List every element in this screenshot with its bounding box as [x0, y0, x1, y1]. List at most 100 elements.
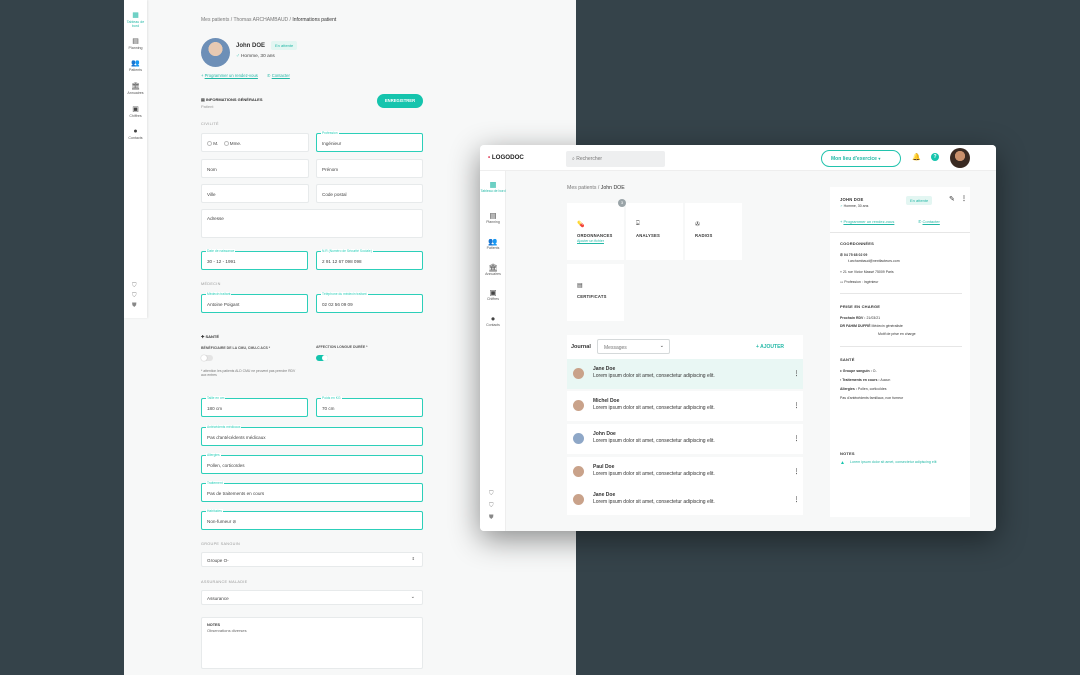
journal-filter-dropdown[interactable]: Messages ⌄ — [597, 339, 670, 354]
app-logo[interactable]: • LOGODOC — [488, 154, 524, 161]
help-icon[interactable]: ? — [931, 153, 939, 161]
ald-toggle[interactable] — [316, 355, 328, 361]
more-options-icon[interactable]: ⋮ — [794, 402, 800, 409]
allergies-field[interactable]: Allergies Pollen, corticoïdes — [201, 453, 423, 474]
form-sidebar-item-annuaires[interactable]: 🏛 Annuaires — [124, 83, 147, 96]
blood-group-select[interactable]: Groupe O- ⇕ — [201, 552, 423, 567]
doctor-name-field[interactable]: Médecin traitant Antoine Poigant — [201, 292, 308, 313]
user-avatar[interactable] — [950, 148, 970, 168]
sidebar-item-planning[interactable]: ▤ Planning — [480, 212, 506, 225]
shield-icon[interactable]: ⛉ — [489, 491, 494, 498]
more-options-icon[interactable]: ⋮ — [794, 468, 800, 475]
cmu-label: BÉNÉFICIAIRE DE LA CMU, CMU-C ACS * — [201, 346, 271, 350]
blood-group-heading: GROUPE SANGUIN — [201, 542, 241, 546]
notes-field[interactable]: NOTES Observations diverses — [201, 617, 423, 669]
panel-appointment-link[interactable]: + Programmer un rendez-vous — [840, 219, 894, 224]
building-icon: 🏛 — [131, 83, 140, 90]
shield-check-icon[interactable]: ⛊ — [132, 303, 137, 310]
add-journal-button[interactable]: + AJOUTER — [756, 344, 784, 350]
sidebar-item-patients[interactable]: 👥 Patients — [480, 238, 506, 251]
sante-heading: ✚ SANTÉ — [201, 334, 220, 339]
journal-row[interactable]: John Doe Lorem ipsum dolor sit amet, cons… — [567, 424, 803, 454]
building-icon: 🏛 — [488, 263, 498, 272]
tile-certificats[interactable]: ▤ CERTIFICATS — [567, 264, 624, 321]
contact-icon: ● — [490, 314, 496, 323]
sidebar-item-annuaires[interactable]: 🏛 Annuaires — [480, 264, 506, 277]
shield-check-icon[interactable]: ⛊ — [489, 515, 494, 522]
add-file-link[interactable]: Ajouter un fichier — [577, 239, 604, 243]
gender-icon: ♂ — [236, 54, 240, 59]
journal-row[interactable]: Jane Doe Lorem ipsum dolor sit amet, cons… — [567, 359, 803, 389]
chevron-down-icon: ⌄ — [659, 343, 664, 349]
doctor-phone-field[interactable]: Téléphone du médecin traitant 02 02 56 09… — [316, 292, 423, 313]
form-sidebar-item-patients[interactable]: 👥 Patients — [124, 60, 147, 73]
phone-icon: ✆ — [840, 253, 843, 257]
nom-field[interactable]: Nom — [201, 159, 309, 178]
weight-field[interactable]: Poids en KG 70 cm — [316, 396, 423, 417]
ald-cmu-warning: * attention les patients ALD CMU ne peuv… — [201, 369, 296, 378]
profession-field[interactable]: Profession Ingénieur — [316, 131, 423, 152]
radio-m[interactable] — [207, 141, 212, 147]
tile-radios[interactable]: ✇ RADIOS — [685, 203, 742, 260]
sidebar-item-chiffres[interactable]: ▣ Chiffres — [480, 289, 506, 302]
prenom-field[interactable]: Prénom — [316, 159, 423, 178]
form-sidebar-item-contacts[interactable]: ● Contacts — [124, 128, 147, 141]
social-security-field[interactable]: N.R (Numéro de Sécurité Sociale) 2 91 12 … — [316, 249, 423, 270]
briefcase-icon: ▭ — [840, 280, 844, 284]
edit-icon[interactable]: ✎ — [949, 195, 955, 203]
lab-icon: ⌺ — [636, 221, 640, 227]
shield-icon[interactable]: ⛉ — [132, 293, 137, 300]
xray-icon: ✇ — [695, 222, 701, 228]
code-postal-field[interactable]: Code postal — [316, 184, 423, 203]
radio-mme[interactable] — [223, 141, 229, 147]
height-field[interactable]: Taille en cm 180 cm — [201, 396, 308, 417]
birthdate-field[interactable]: Date de naissance 30 - 12 - 1991 — [201, 249, 308, 270]
prise-en-charge-heading: PRISE EN CHARGE — [840, 304, 881, 309]
panel-contact-link[interactable]: ✆ Contacter — [918, 219, 940, 224]
journal-row[interactable]: Paul Doe Lorem ipsum dolor sit amet, cons… — [567, 457, 803, 487]
shield-icon[interactable]: ⛉ — [489, 503, 494, 510]
breadcrumb-root[interactable]: Mes patients — [567, 185, 596, 191]
save-button[interactable]: ENREGISTRER — [377, 94, 423, 108]
contact-link[interactable]: ✆ Contacter — [267, 73, 290, 78]
more-options-icon[interactable]: ⋮ — [794, 435, 800, 442]
journal-row[interactable]: Jane Doe Lorem ipsum dolor sit amet, cons… — [567, 485, 803, 515]
search-input[interactable]: ⌕ Rechercher — [566, 151, 665, 167]
workplace-dropdown[interactable]: Mon lieu d'exercice ▾ — [821, 150, 901, 167]
adresse-field[interactable]: Adresse — [201, 209, 423, 238]
patient-avatar — [201, 38, 230, 67]
habits-field[interactable]: Habitudes Non-fumeur ⊘ — [201, 509, 423, 530]
gender-icon: ♂ — [840, 204, 843, 208]
chevron-down-icon: ⌄ — [410, 594, 415, 600]
phone-icon: ✆ — [918, 219, 922, 224]
bell-icon[interactable]: 🔔 — [912, 153, 921, 161]
medical-history-field[interactable]: Antécédents médicaux Pas d'antécédents mé… — [201, 425, 423, 446]
form-sidebar-item-planning[interactable]: ▤ Planning — [124, 38, 147, 51]
cmu-toggle[interactable] — [201, 355, 213, 361]
journal-row[interactable]: Michel Doe Lorem ipsum dolor sit amet, co… — [567, 391, 803, 421]
breadcrumb: Mes patients / John DOE — [567, 185, 625, 191]
calendar-icon: ▤ — [132, 38, 139, 45]
breadcrumb-patient[interactable]: Thomas ARCHAMBAUD — [233, 17, 288, 23]
more-options-icon[interactable]: ⋮ — [794, 370, 800, 377]
sidebar-item-contacts[interactable]: ● Contacts — [480, 315, 506, 328]
appointment-link[interactable]: + Programmer un rendez-vous — [201, 73, 258, 78]
form-sidebar-item-dashboard[interactable]: ▦ Tableau de bord — [124, 12, 147, 29]
sidebar-item-dashboard[interactable]: ▦ Tableau de bord — [480, 181, 506, 194]
drop-icon: ♦ — [840, 369, 842, 373]
tile-analyses[interactable]: ⌺ ANALYSES — [626, 203, 683, 260]
form-sidebar-item-chiffres[interactable]: ▣ Chiffres — [124, 106, 147, 119]
more-options-icon[interactable]: ⋮ — [961, 195, 967, 202]
calendar-icon: ▤ — [489, 211, 497, 220]
insurance-select[interactable]: Assurance ⌄ — [201, 590, 423, 605]
chart-icon: ▣ — [489, 288, 497, 297]
tile-ordonnances[interactable]: 3 💊 ORDONNANCES Ajouter un fichier — [567, 199, 626, 260]
more-options-icon[interactable]: ⋮ — [794, 496, 800, 503]
panel-doctor: DR FAHIM DUFFIÉ Médecin généraliste — [840, 324, 903, 328]
treatment-field[interactable]: Traitement Pas de traitements en cours — [201, 481, 423, 502]
caret-down-icon: ▾ — [878, 156, 881, 161]
ville-field[interactable]: Ville — [201, 184, 309, 203]
shield-icon[interactable]: ⛉ — [132, 283, 137, 290]
avatar — [573, 466, 584, 477]
breadcrumb-root[interactable]: Mes patients — [201, 17, 229, 23]
